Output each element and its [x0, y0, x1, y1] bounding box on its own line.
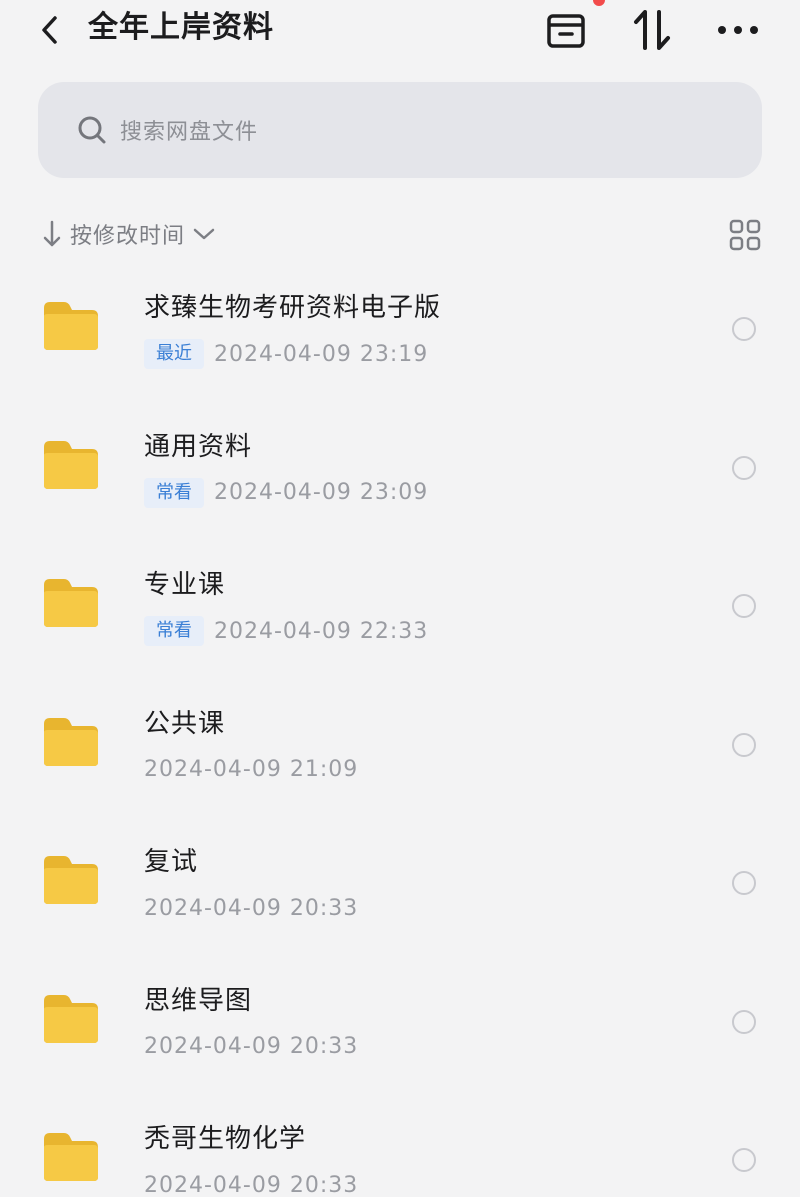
folder-icon [44, 717, 98, 766]
select-checkbox[interactable] [732, 1148, 756, 1172]
folder-name: 思维导图 [144, 985, 253, 1016]
folder-icon [44, 440, 98, 489]
folder-row[interactable]: 通用资料 常看 2024-04-09 23:09 [0, 401, 800, 540]
sort-label: 按修改时间 [70, 224, 186, 249]
folder-meta: 最近 2024-04-09 23:19 [144, 338, 428, 370]
grid-view-button[interactable] [726, 216, 764, 254]
recent-badge: 最近 [144, 339, 204, 369]
top-bar: 全年上岸资料 [0, 0, 800, 60]
folder-row[interactable]: 专业课 常看 2024-04-09 22:33 [0, 539, 800, 678]
modified-time: 2024-04-09 20:33 [144, 895, 359, 921]
archive-box-icon [547, 14, 585, 48]
arrow-down-icon [38, 219, 66, 249]
folder-icon [44, 994, 98, 1043]
frequent-badge: 常看 [144, 616, 204, 646]
frequent-badge: 常看 [144, 477, 204, 508]
folder-name: 求臻生物考研资料电子版 [144, 293, 442, 323]
modified-time: 2024-04-09 20:33 [144, 1172, 359, 1197]
select-checkbox[interactable] [732, 732, 756, 757]
folder-name: 复试 [144, 847, 199, 877]
folder-list: 求臻生物考研资料电子版 最近 2024-04-09 23:19 通用资料 常看 … [0, 262, 800, 1197]
search-icon [76, 114, 108, 146]
folder-meta: 2024-04-09 20:33 [144, 892, 358, 924]
file-folder-page: 全年上岸资料 搜索网盘文件 按修改时间 求臻生物考研资料电子版 最近 2024-… [0, 0, 800, 1197]
sort-button[interactable] [630, 8, 674, 52]
folder-row[interactable]: 公共课 2024-04-09 21:09 [0, 678, 800, 817]
search-box[interactable]: 搜索网盘文件 [38, 82, 762, 178]
folder-icon [44, 856, 98, 904]
select-checkbox[interactable] [732, 455, 756, 480]
modified-time: 2024-04-09 23:19 [214, 341, 429, 367]
folder-meta: 2024-04-09 20:33 [144, 1031, 358, 1063]
back-button[interactable] [30, 10, 70, 50]
more-icon [718, 26, 758, 34]
search-placeholder: 搜索网盘文件 [120, 120, 259, 145]
folder-name: 通用资料 [144, 431, 253, 462]
folder-icon [44, 302, 98, 350]
folder-meta: 2024-04-09 20:33 [144, 1169, 358, 1197]
folder-name: 专业课 [144, 570, 226, 600]
select-checkbox[interactable] [732, 594, 756, 618]
folder-row[interactable]: 复试 2024-04-09 20:33 [0, 816, 800, 955]
folder-name: 秃哥生物化学 [144, 1124, 307, 1154]
chevron-down-icon [191, 221, 217, 247]
modified-time: 2024-04-09 20:33 [144, 1034, 359, 1059]
sort-arrows-icon [634, 10, 670, 50]
select-checkbox[interactable] [732, 871, 756, 895]
folder-row[interactable]: 秃哥生物化学 2024-04-09 20:33 [0, 1093, 800, 1197]
folder-row[interactable]: 求臻生物考研资料电子版 最近 2024-04-09 23:19 [0, 262, 800, 401]
folder-name: 公共课 [144, 708, 226, 739]
back-chevron-icon [42, 16, 57, 44]
modified-time: 2024-04-09 21:09 [144, 757, 359, 782]
archive-button[interactable] [544, 8, 588, 52]
folder-meta: 常看 2024-04-09 22:33 [144, 615, 428, 647]
notification-dot [593, 0, 605, 6]
modified-time: 2024-04-09 23:09 [214, 480, 429, 505]
folder-icon [44, 579, 98, 627]
select-checkbox[interactable] [732, 317, 756, 341]
folder-row[interactable]: 思维导图 2024-04-09 20:33 [0, 955, 800, 1094]
grid-view-icon [729, 219, 761, 251]
page-title: 全年上岸资料 [88, 10, 274, 45]
folder-meta: 2024-04-09 21:09 [144, 754, 358, 786]
select-checkbox[interactable] [732, 1009, 756, 1034]
folder-meta: 常看 2024-04-09 23:09 [144, 477, 428, 509]
sort-selector[interactable]: 按修改时间 [38, 214, 217, 254]
modified-time: 2024-04-09 22:33 [214, 618, 429, 644]
folder-icon [44, 1133, 98, 1181]
more-button[interactable] [716, 8, 760, 52]
